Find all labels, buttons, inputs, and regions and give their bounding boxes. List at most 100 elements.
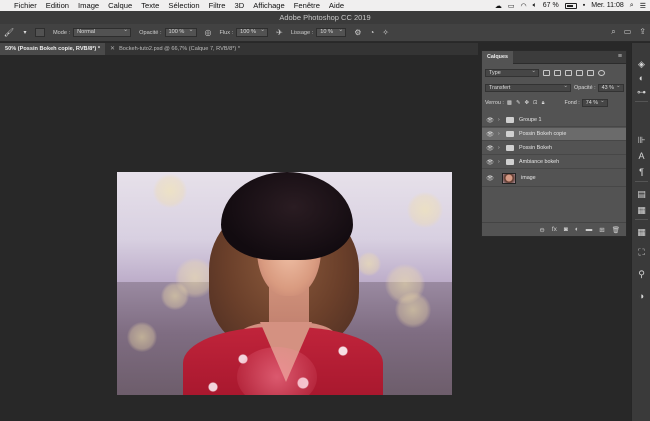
filter-shape-icon[interactable] <box>576 70 583 76</box>
chevron-right-icon[interactable]: › <box>498 131 504 137</box>
table-icon[interactable]: ▦ <box>636 227 647 238</box>
lissage-label: Lissage : <box>290 29 314 36</box>
trash-icon[interactable]: 🗑︎ <box>612 226 620 234</box>
eye-icon[interactable]: 👁︎ <box>484 175 496 182</box>
filter-toggle-icon[interactable] <box>598 70 605 76</box>
battery-percent[interactable]: 67 % <box>543 2 559 9</box>
layer-row-ambiance-bokeh[interactable]: 👁︎ › Ambiance bokeh <box>482 156 626 169</box>
lock-transparency-icon[interactable]: ▩ <box>507 100 512 106</box>
workspace-icon[interactable]: ▭ <box>624 27 632 37</box>
tab-bockeh-tuto2[interactable]: ✕ Bockeh-tuto2.psd @ 66,7% (Calque 7, RV… <box>105 43 245 55</box>
layers-icon[interactable]: ◈ <box>636 59 647 70</box>
volume-icon[interactable]: 🔈︎ <box>533 2 537 10</box>
link-icon[interactable]: ⊖ <box>539 226 544 234</box>
menu-affichage[interactable]: Affichage <box>249 1 290 10</box>
eye-icon[interactable]: 👁︎ <box>484 159 496 166</box>
search-icon[interactable]: ⌕ <box>611 27 615 37</box>
paragraph-icon[interactable]: ¶ <box>636 167 647 178</box>
fx-icon[interactable]: fx <box>552 226 557 233</box>
lock-artboard-icon[interactable]: ⊡ <box>533 100 538 106</box>
filter-adjust-icon[interactable] <box>554 70 561 76</box>
new-group-icon[interactable]: ▬ <box>586 226 593 233</box>
cloud-icon[interactable]: ☁ <box>495 2 502 10</box>
spotlight-icon[interactable]: ⌕ <box>630 2 634 10</box>
flag-icon[interactable]: ▪ <box>583 2 585 9</box>
panel-menu-icon[interactable]: ≡ <box>618 53 622 60</box>
menu-calque[interactable]: Calque <box>104 1 137 10</box>
opacity-field[interactable]: 100 % <box>164 27 197 37</box>
tab-possin-bokeh[interactable]: 50% (Possin Bokeh copie, RVB/8*) * <box>0 43 106 55</box>
brush-settings-toggle-icon[interactable] <box>35 28 45 37</box>
filter-select[interactable]: Type <box>485 68 539 77</box>
eye-icon[interactable]: 👁︎ <box>484 117 496 124</box>
tab-label: 50% (Possin Bokeh copie, RVB/8*) * <box>5 46 101 52</box>
menu-selection[interactable]: Sélection <box>164 1 204 10</box>
notes-icon[interactable]: ▦ <box>636 205 647 216</box>
airbrush-icon[interactable]: ✈︎ <box>276 28 283 37</box>
battery-icon[interactable] <box>564 2 577 9</box>
opacity-label: Opacité : <box>139 29 162 36</box>
menu-fenetre[interactable]: Fenêtre <box>290 1 325 10</box>
menu-texte[interactable]: Texte <box>137 1 164 10</box>
3d-icon[interactable]: ⛶ <box>636 247 647 258</box>
menu-edition[interactable]: Edition <box>42 1 74 10</box>
chevron-right-icon[interactable]: › <box>498 117 504 123</box>
layer-row-image[interactable]: 👁︎ image <box>482 170 626 187</box>
layer-name: Ambiance bokeh <box>519 159 560 165</box>
menu-filtre[interactable]: Filtre <box>205 1 231 10</box>
channels-icon[interactable]: ◐ <box>636 73 647 84</box>
document-image[interactable] <box>117 172 452 395</box>
wifi-icon[interactable]: ◠ <box>520 2 526 10</box>
menu-aide[interactable]: Aide <box>325 1 349 10</box>
airplay-icon[interactable]: ▭ <box>508 2 515 10</box>
menu-image[interactable]: Image <box>74 1 104 10</box>
pressure-size-icon[interactable]: ◔ <box>369 28 374 37</box>
fill-field[interactable]: 74 % <box>581 98 608 107</box>
new-layer-icon[interactable]: ⊞ <box>599 226 604 234</box>
layers-tab[interactable]: Calques <box>482 50 513 64</box>
layer-row-possin-bokeh-copie[interactable]: 👁︎ › Possin Bokeh copie <box>482 128 626 141</box>
filter-pixel-icon[interactable] <box>543 70 550 76</box>
swatch-icon[interactable]: ◑ <box>636 291 647 302</box>
brush-tool-icon[interactable]: 🖌︎ <box>3 27 15 39</box>
info-icon[interactable]: ▤ <box>636 189 647 200</box>
menu-fichier[interactable]: Fichier <box>10 1 42 10</box>
gear-icon[interactable]: ⚙︎ <box>354 28 361 37</box>
lock-all-icon[interactable]: 🔒︎ <box>542 100 545 107</box>
eye-icon[interactable]: 👁︎ <box>484 131 496 138</box>
menu-3d[interactable]: 3D <box>231 1 250 10</box>
layer-name: image <box>521 175 536 181</box>
folder-icon <box>506 159 514 165</box>
brush-preset-picker[interactable]: ▾ <box>18 27 32 39</box>
pressure-opacity-icon[interactable]: ◎ <box>205 28 212 37</box>
filter-text-icon[interactable] <box>565 70 572 76</box>
lock-position-icon[interactable]: ✥ <box>525 100 530 106</box>
flux-field[interactable]: 100 % <box>236 27 269 37</box>
layer-row-possin-bokeh[interactable]: 👁︎ › Possin Bokeh <box>482 142 626 155</box>
eye-icon[interactable]: 👁︎ <box>484 145 496 152</box>
character-icon[interactable]: A <box>636 151 647 162</box>
share-icon[interactable]: ⇪ <box>639 27 646 37</box>
layer-row-groupe-1[interactable]: 👁︎ › Groupe 1 <box>482 114 626 127</box>
adjustment-layer-icon[interactable]: ◐ <box>575 226 579 233</box>
blend-mode-select[interactable]: Transfert <box>485 83 571 92</box>
clock[interactable]: Mer. 11:08 <box>591 2 624 9</box>
document-tabs: 50% (Possin Bokeh copie, RVB/8*) * ✕ Boc… <box>0 43 478 55</box>
timeline-icon[interactable]: ⚲ <box>636 269 647 280</box>
lissage-field[interactable]: 10 % <box>316 27 347 37</box>
symmetry-icon[interactable]: ✧ <box>382 28 389 37</box>
options-bar: 🖌︎ ▾ Mode : Normal Opacité : 100 % ◎ Flu… <box>0 24 650 42</box>
close-icon[interactable]: ✕ <box>110 43 115 55</box>
lock-row: Verrou : ▩ ✎ ✥ ⊡ 🔒︎ Fond : 74 % <box>485 98 608 107</box>
lock-pixels-icon[interactable]: ✎ <box>516 100 521 106</box>
flux-label: Flux : <box>219 29 234 36</box>
layer-opacity-field[interactable]: 43 % <box>597 83 624 92</box>
mask-icon[interactable]: ◙ <box>564 226 568 233</box>
filter-smart-icon[interactable] <box>587 70 594 76</box>
chevron-right-icon[interactable]: › <box>498 145 504 151</box>
notification-center-icon[interactable]: ☰ <box>640 2 646 10</box>
mode-select[interactable]: Normal <box>73 27 132 37</box>
adjust-icon[interactable]: ⊶ <box>636 87 647 98</box>
chevron-right-icon[interactable]: › <box>498 159 504 165</box>
brush-settings-icon[interactable]: ⊪ <box>636 135 647 146</box>
